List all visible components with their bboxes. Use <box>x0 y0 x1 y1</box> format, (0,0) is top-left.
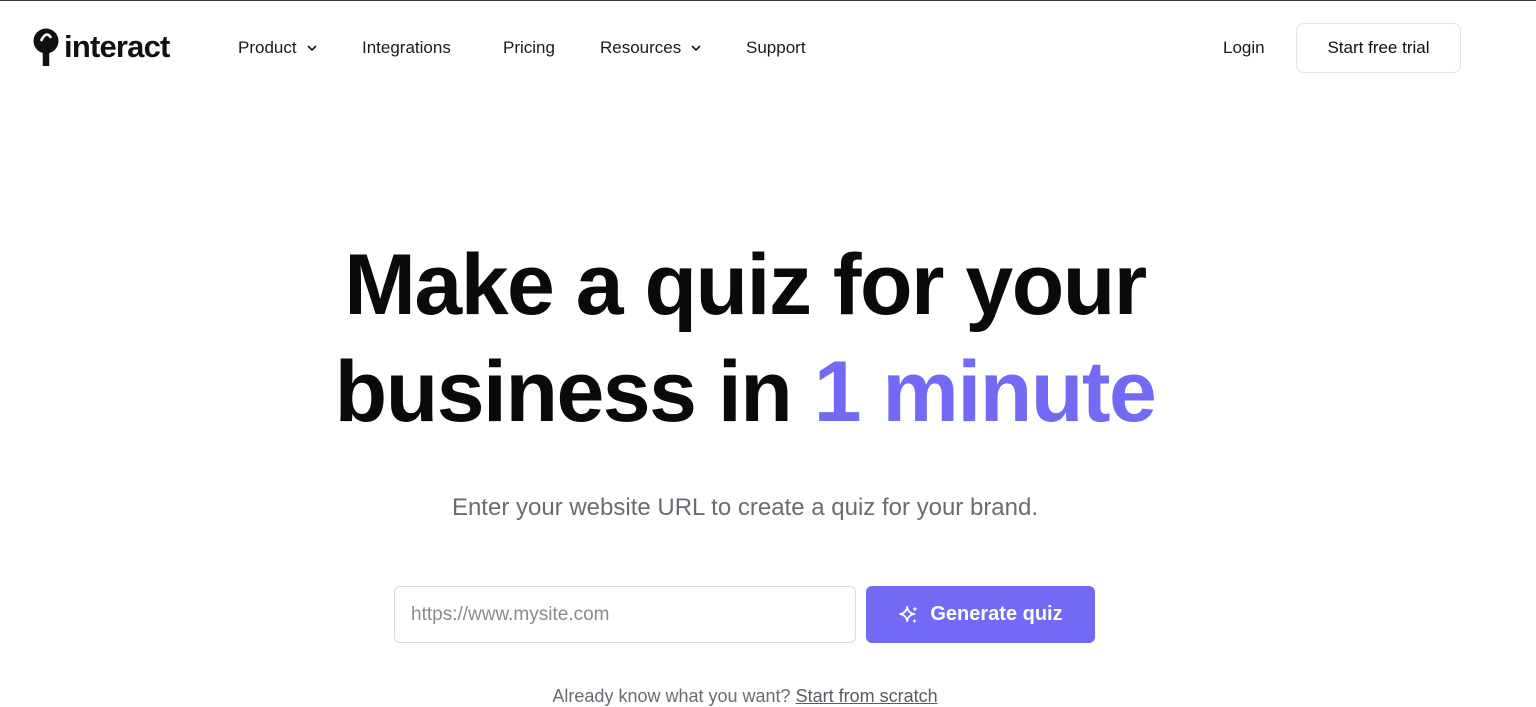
start-from-scratch-line: Already know what you want? Start from s… <box>0 684 1490 707</box>
hero-title: Make a quiz for your business in 1 minut… <box>0 232 1490 446</box>
sparkle-icon <box>899 605 919 623</box>
nav-item-label: Support <box>746 38 806 57</box>
website-url-input[interactable] <box>394 586 856 643</box>
nav-item-pricing[interactable]: Pricing <box>503 33 555 63</box>
logo-wordmark: interact <box>64 29 170 64</box>
interact-logo-mark-icon <box>33 28 59 66</box>
hero-title-accent: 1 minute <box>813 344 1157 440</box>
nav-item-label: Pricing <box>503 38 555 57</box>
hero-title-line2: business in <box>334 344 793 440</box>
nav-item-label: Resources <box>600 38 682 57</box>
hero-subtitle: Enter your website URL to create a quiz … <box>451 494 1039 521</box>
generate-quiz-button[interactable]: Generate quiz <box>866 586 1095 643</box>
generate-quiz-label: Generate quiz <box>930 603 1063 625</box>
hero-title-line1: Make a quiz for your <box>344 237 1147 333</box>
start-free-trial-button[interactable]: Start free trial <box>1296 23 1461 73</box>
login-link[interactable]: Login <box>1223 33 1265 63</box>
chevron-down-icon <box>691 45 701 51</box>
nav-item-label: Integrations <box>362 38 451 57</box>
nav-item-label: Product <box>238 38 297 57</box>
start-from-scratch-link[interactable]: Start from scratch <box>796 686 938 706</box>
site-header: interact Product Integrations Pricing Re… <box>0 0 1536 95</box>
nav-item-support[interactable]: Support <box>746 33 806 63</box>
nav-item-product[interactable]: Product <box>238 33 318 63</box>
nav-item-integrations[interactable]: Integrations <box>362 33 451 63</box>
logo[interactable]: interact <box>30 28 170 66</box>
scratch-prompt: Already know what you want? <box>552 686 791 706</box>
chevron-down-icon <box>307 45 316 51</box>
nav-item-resources[interactable]: Resources <box>600 33 702 63</box>
